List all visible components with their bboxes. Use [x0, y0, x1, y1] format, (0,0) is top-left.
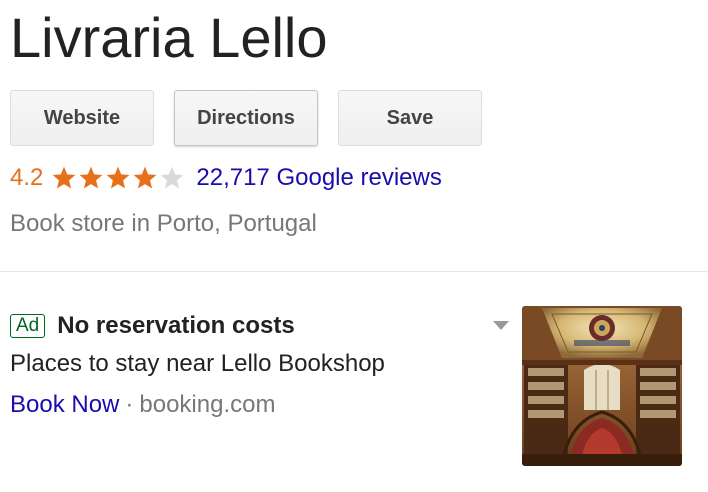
place-title: Livraria Lello	[10, 6, 328, 69]
star-rating	[51, 165, 186, 191]
ad-link-row: Book Now · booking.com	[10, 391, 275, 419]
bookstore-interior-photo[interactable]	[522, 306, 682, 466]
ad-separator: ·	[125, 391, 134, 418]
ad-badge: Ad	[10, 314, 46, 338]
section-divider	[0, 271, 708, 272]
star-filled-icon	[53, 166, 76, 189]
ad-description: Places to stay near Lello Bookshop	[10, 350, 385, 377]
star-filled-icon	[134, 166, 157, 189]
save-button[interactable]: Save	[338, 90, 482, 146]
star-filled-icon	[107, 166, 130, 189]
ad-options-dropdown-icon[interactable]	[493, 321, 509, 330]
rating-value: 4.2	[10, 164, 44, 191]
google-reviews-link[interactable]: 22,717 Google reviews	[196, 164, 441, 192]
book-now-link[interactable]: Book Now	[10, 391, 119, 418]
star-empty-icon	[161, 166, 184, 189]
ad-header: Ad No reservation costs	[10, 311, 295, 341]
ad-headline: No reservation costs	[57, 312, 295, 339]
ad-domain: booking.com	[139, 391, 276, 418]
directions-button[interactable]: Directions	[174, 90, 318, 146]
website-button[interactable]: Website	[10, 90, 154, 146]
bookstore-interior-illustration	[522, 306, 682, 466]
place-category: Book store in Porto, Portugal	[10, 210, 317, 237]
star-filled-icon	[80, 166, 103, 189]
rating-row: 4.2 22,717 Google reviews	[10, 162, 442, 194]
